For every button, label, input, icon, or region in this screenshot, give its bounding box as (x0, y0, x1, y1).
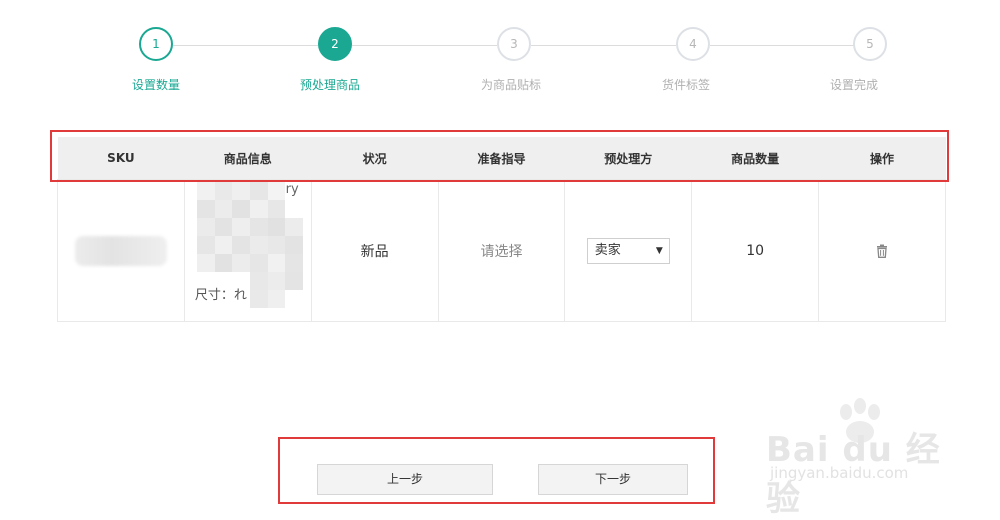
step-4-circle: 4 (676, 27, 710, 61)
step-4-label: 货件标签 (661, 78, 710, 92)
prep-guide-select[interactable]: 请选择 (437, 179, 566, 322)
product-size: 尺寸：れ (194, 288, 247, 303)
step-1-label: 设置数量 (131, 78, 180, 92)
header-highlight-box (50, 130, 949, 182)
step-5-label: 设置完成 (829, 78, 878, 92)
trash-icon[interactable] (875, 244, 889, 258)
next-step-button[interactable]: 下一步 (538, 464, 688, 495)
step-connector (173, 45, 318, 46)
step-connector (531, 45, 676, 46)
caret-down-icon: ▼ (655, 245, 663, 256)
step-5-circle: 5 (853, 27, 887, 61)
product-title-fragment: ry (285, 182, 299, 197)
prev-step-button[interactable]: 上一步 (317, 464, 493, 495)
progress-stepper: 1 2 3 4 5 设置数量 预处理商品 为商品贴标 货件标签 设置完成 (0, 0, 1000, 110)
condition-cell: 新品 (310, 179, 439, 322)
prep-owner-cell: 卖家 ▼ (564, 179, 693, 322)
step-connector (710, 45, 855, 46)
actions-cell (818, 179, 946, 322)
step-2-label: 预处理商品 (299, 78, 360, 92)
step-3-label: 为商品贴标 (480, 78, 541, 92)
step-connector (352, 45, 497, 46)
prep-owner-select[interactable]: 卖家 ▼ (586, 237, 670, 264)
quantity-cell: 10 (691, 179, 820, 322)
step-3-circle: 3 (497, 27, 531, 61)
prep-owner-value: 卖家 (594, 242, 621, 258)
table-row: ry 尺寸：れ 新品 请选择 卖家 ▼ 10 (57, 179, 946, 322)
watermark-sub: jingyan.baidu.com (770, 464, 909, 482)
step-2-circle: 2 (318, 27, 352, 61)
sku-cell (57, 179, 185, 322)
sku-redacted (74, 235, 167, 266)
step-1-circle: 1 (139, 27, 173, 61)
baidu-watermark: Bai du 经验 jingyan.baidu.com (760, 398, 960, 519)
product-info-cell: ry 尺寸：れ (183, 179, 312, 322)
